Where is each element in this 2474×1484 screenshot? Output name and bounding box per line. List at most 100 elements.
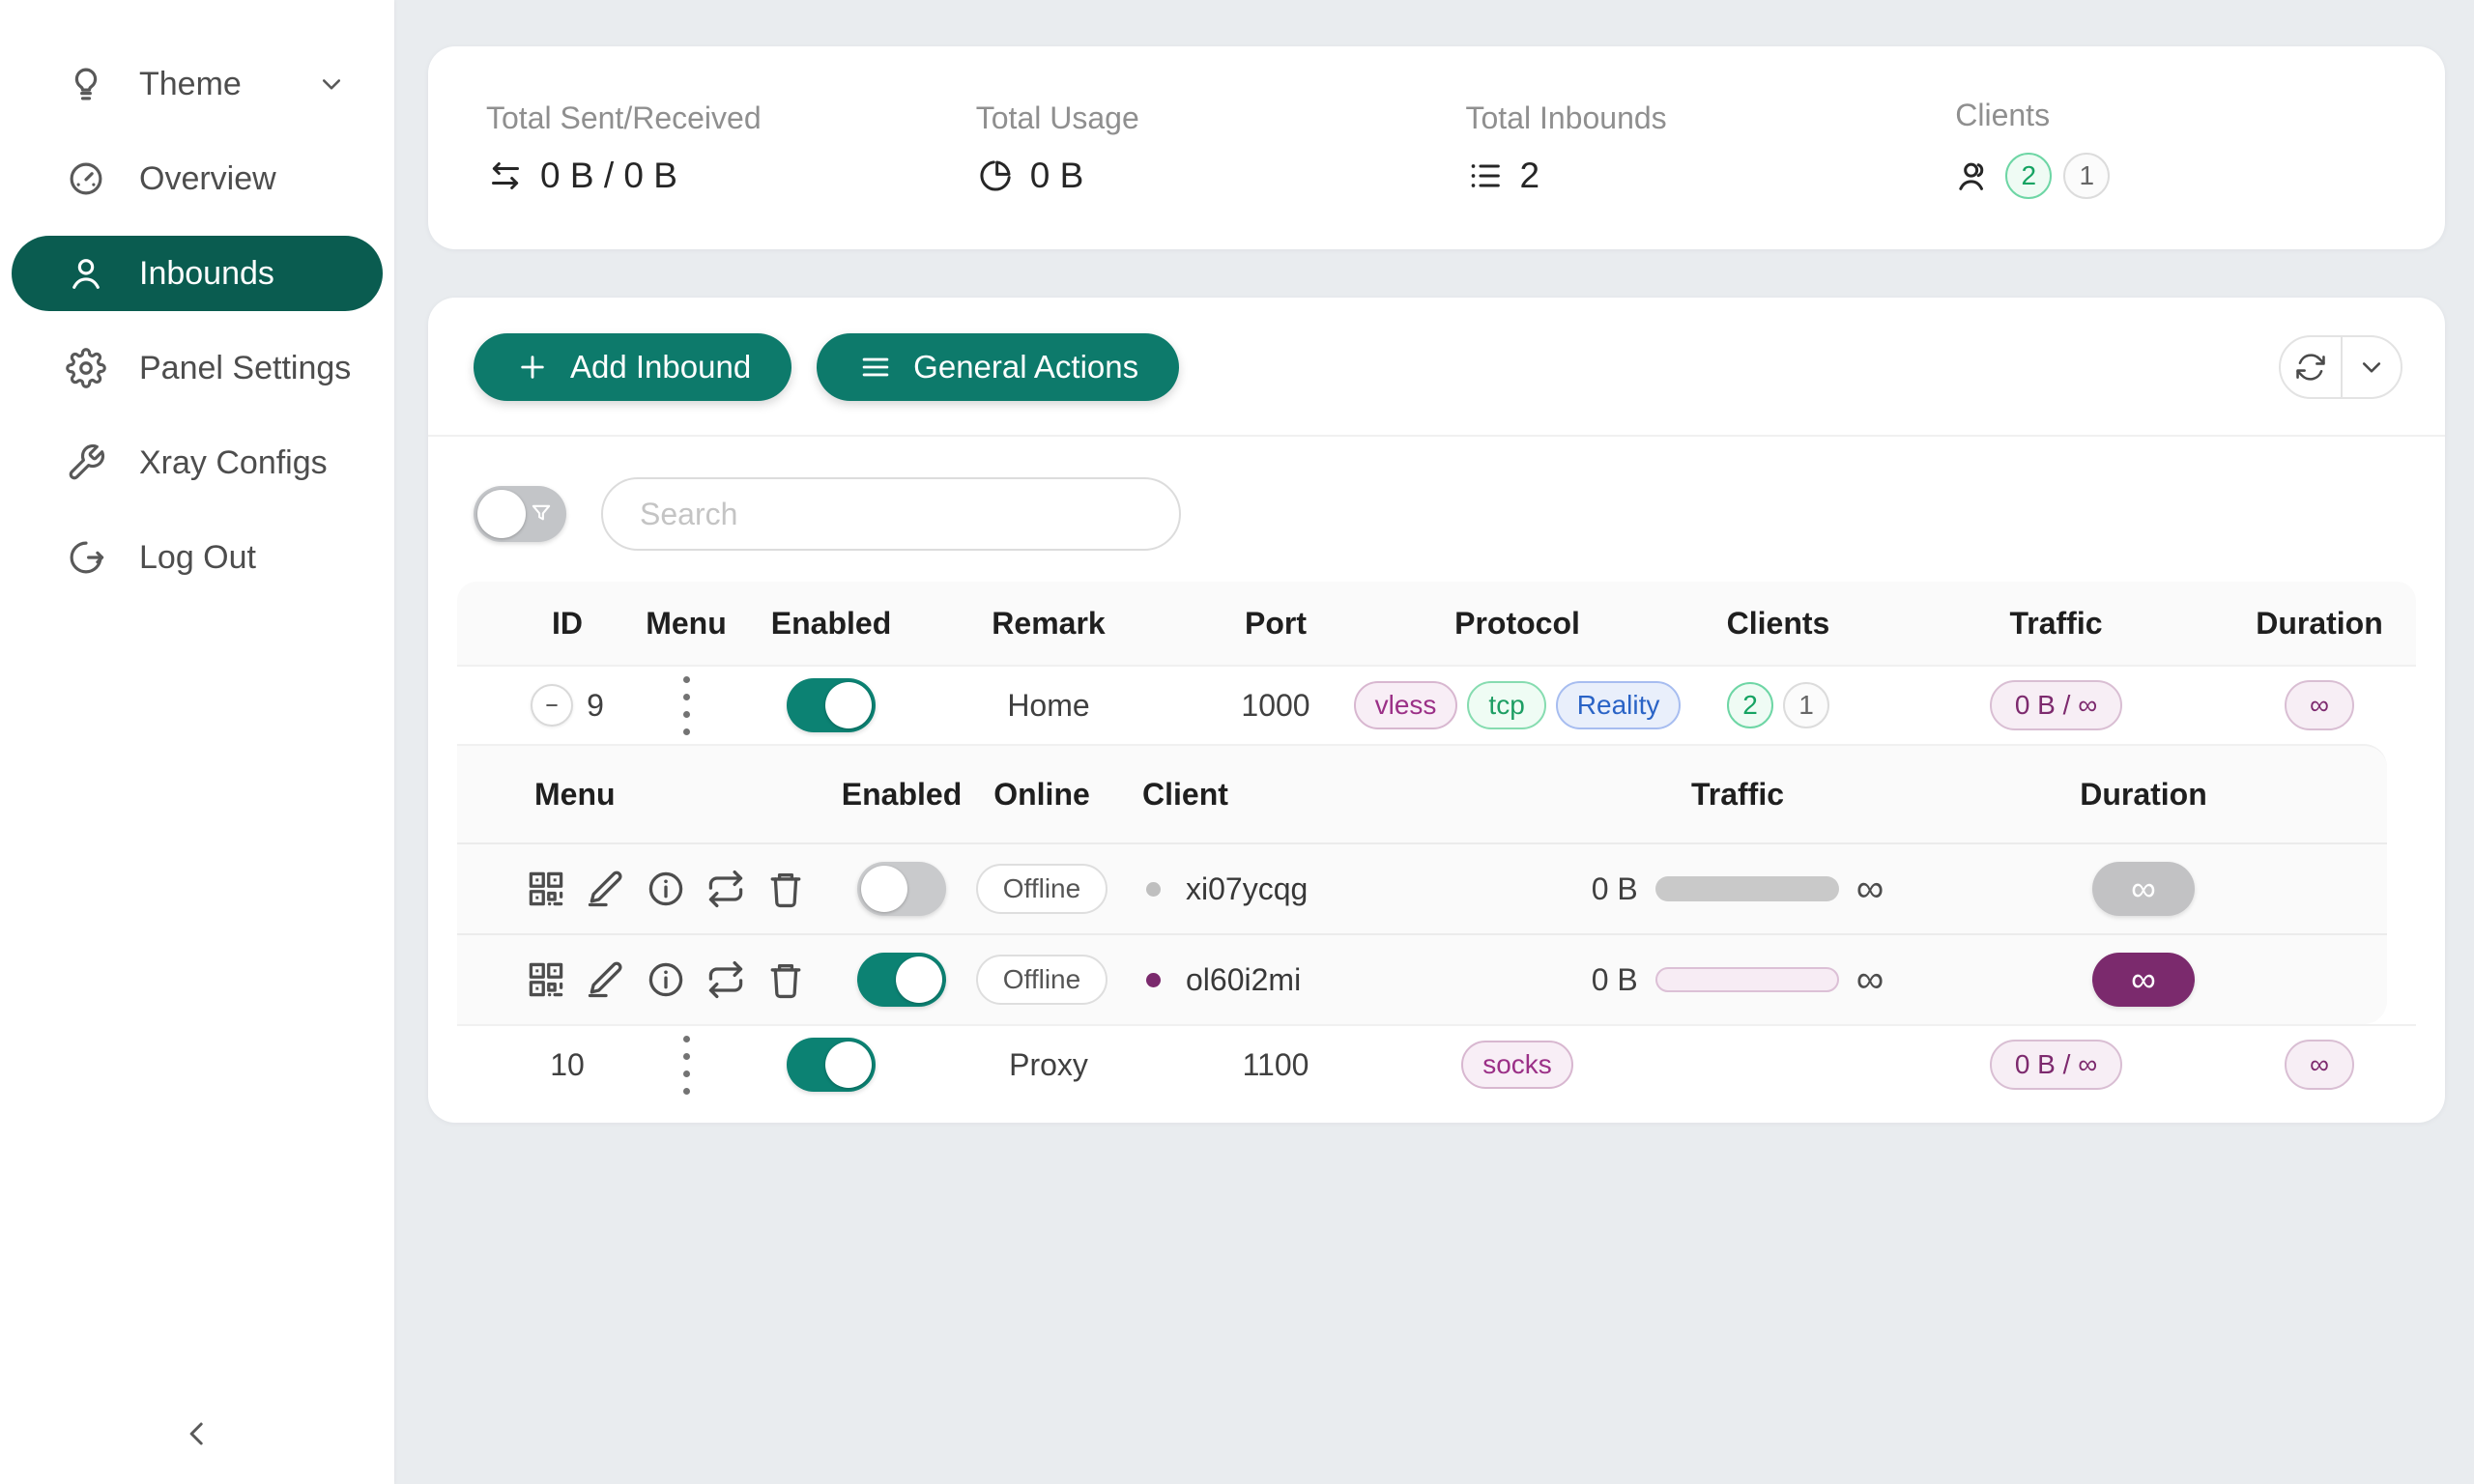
inbound-port: 1000 (1184, 688, 1367, 724)
gear-icon (66, 348, 106, 388)
client-column-traffic: Traffic (1544, 777, 1931, 813)
clients-disabled-badge: 1 (1783, 682, 1829, 728)
user-icon (66, 253, 106, 294)
column-header-port: Port (1184, 606, 1367, 642)
qr-code-button[interactable] (521, 955, 571, 1005)
client-info-button[interactable] (641, 955, 691, 1005)
inbound-port: 1100 (1184, 1047, 1367, 1083)
info-icon (645, 868, 687, 910)
edit-client-button[interactable] (581, 955, 631, 1005)
sidebar-item-panel-settings[interactable]: Panel Settings (0, 330, 394, 406)
stat-clients: Clients 2 1 (1955, 98, 2445, 199)
chevron-down-icon (315, 68, 348, 100)
row-menu-button[interactable] (683, 1036, 690, 1095)
trash-icon (764, 958, 807, 1001)
client-info-button[interactable] (641, 864, 691, 914)
client-column-enabled: Enabled (839, 777, 964, 813)
stat-label: Total Inbounds (1466, 100, 1956, 136)
sidebar-item-label: Log Out (139, 539, 256, 577)
client-row-xi07ycqg: Offline xi07ycqg 0 B ∞ ∞ (457, 842, 2387, 933)
client-color-dot (1146, 882, 1161, 897)
general-actions-button[interactable]: General Actions (817, 333, 1179, 401)
column-header-enabled: Enabled (749, 606, 913, 642)
client-color-dot (1146, 973, 1161, 987)
refresh-icon (2294, 351, 2327, 384)
sidebar-item-label: Inbounds (139, 255, 274, 293)
protocol-tag: socks (1461, 1041, 1573, 1089)
client-row-ol60i2mi: Offline ol60i2mi 0 B ∞ ∞ (457, 933, 2387, 1024)
sidebar-item-theme[interactable]: Theme (0, 46, 394, 122)
reset-icon (705, 868, 747, 910)
chevron-left-icon (178, 1414, 216, 1453)
sidebar-item-label: Xray Configs (139, 444, 328, 482)
client-table-header-row: Menu Enabled Online Client Traffic Durat… (457, 746, 2387, 842)
clients-offline-badge: 1 (2063, 153, 2110, 199)
column-header-protocol: Protocol (1367, 606, 1667, 642)
filter-toggle[interactable] (474, 486, 566, 542)
delete-client-button[interactable] (761, 864, 811, 914)
reset-traffic-button[interactable] (701, 955, 751, 1005)
transfer-arrows-icon (486, 157, 525, 195)
lightbulb-icon (66, 64, 106, 104)
inbound-row-9: 9 Home 1000 vless tcp Reality 2 1 (457, 665, 2416, 744)
pie-chart-icon (976, 157, 1015, 195)
stat-label: Total Sent/Received (486, 100, 976, 136)
sidebar-item-xray-configs[interactable]: Xray Configs (0, 425, 394, 500)
client-traffic-used: 0 B (1592, 871, 1638, 907)
dashboard-icon (66, 158, 106, 199)
list-icon (1466, 157, 1505, 195)
client-column-duration: Duration (1931, 777, 2356, 813)
sidebar-item-overview[interactable]: Overview (0, 141, 394, 216)
filter-icon (528, 500, 555, 528)
protocol-tag: vless (1354, 681, 1458, 729)
refresh-button[interactable] (2281, 337, 2341, 397)
inbound-remark: Proxy (913, 1047, 1184, 1083)
search-input[interactable] (601, 477, 1181, 551)
reset-traffic-button[interactable] (701, 864, 751, 914)
traffic-progress-bar (1655, 967, 1839, 992)
inbounds-table: ID Menu Enabled Remark Port Protocol Cli… (457, 582, 2416, 1103)
edit-client-button[interactable] (581, 864, 631, 914)
sidebar-item-inbounds[interactable]: Inbounds (12, 236, 383, 311)
minus-icon (539, 693, 564, 718)
infinity-icon: ∞ (1856, 870, 1884, 908)
sidebar-item-label: Overview (139, 160, 276, 198)
inbound-enabled-toggle[interactable] (787, 1038, 876, 1092)
refresh-options-button[interactable] (2341, 337, 2401, 397)
column-header-duration: Duration (2223, 606, 2416, 642)
client-column-client: Client (1119, 777, 1544, 813)
plus-icon (514, 349, 551, 385)
column-header-menu: Menu (623, 606, 749, 642)
reset-icon (705, 958, 747, 1001)
network-tag: tcp (1467, 681, 1545, 729)
add-inbound-button[interactable]: Add Inbound (474, 333, 791, 401)
online-status-badge: Offline (976, 864, 1108, 914)
users-icon (1955, 157, 1994, 195)
stat-total-usage: Total Usage 0 B (976, 100, 1466, 196)
stat-value: 0 B / 0 B (540, 156, 677, 196)
clients-enabled-badge: 2 (1727, 682, 1773, 728)
client-enabled-toggle[interactable] (857, 953, 946, 1007)
inbound-remark: Home (913, 688, 1184, 724)
table-header-row: ID Menu Enabled Remark Port Protocol Cli… (457, 582, 2416, 665)
security-tag: Reality (1556, 681, 1682, 729)
sidebar-item-log-out[interactable]: Log Out (0, 520, 394, 595)
qr-code-icon (525, 868, 567, 910)
row-menu-button[interactable] (683, 676, 690, 735)
chevron-down-icon (2355, 351, 2388, 384)
inbound-id: 10 (550, 1047, 585, 1083)
collapse-row-button[interactable] (531, 684, 573, 727)
duration-pill: ∞ (2285, 680, 2354, 730)
delete-client-button[interactable] (761, 955, 811, 1005)
client-enabled-toggle[interactable] (857, 862, 946, 916)
sidebar-collapse-button[interactable] (172, 1409, 222, 1459)
inbound-enabled-toggle[interactable] (787, 678, 876, 732)
wrench-icon (66, 442, 106, 483)
qr-code-button[interactable] (521, 864, 571, 914)
edit-icon (585, 868, 627, 910)
column-header-clients: Clients (1667, 606, 1889, 642)
infinity-icon: ∞ (1856, 960, 1884, 999)
client-column-online: Online (964, 777, 1119, 813)
stat-total-inbounds: Total Inbounds 2 (1466, 100, 1956, 196)
client-name: xi07ycqg (1186, 871, 1308, 907)
